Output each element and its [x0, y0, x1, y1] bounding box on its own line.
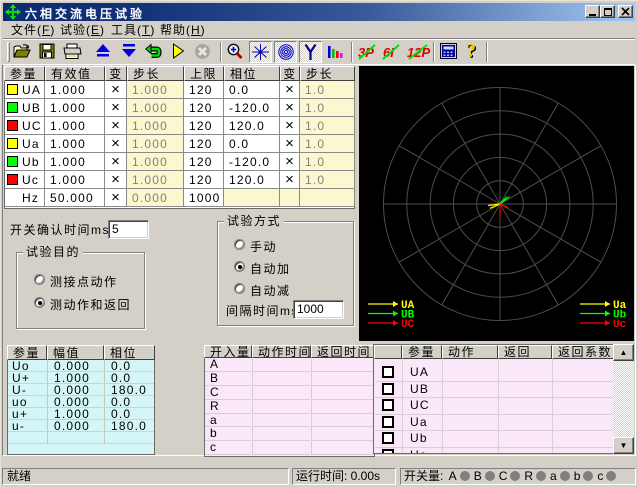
svg-text:Uc: Uc: [613, 319, 626, 331]
svg-text:UC: UC: [401, 319, 415, 331]
